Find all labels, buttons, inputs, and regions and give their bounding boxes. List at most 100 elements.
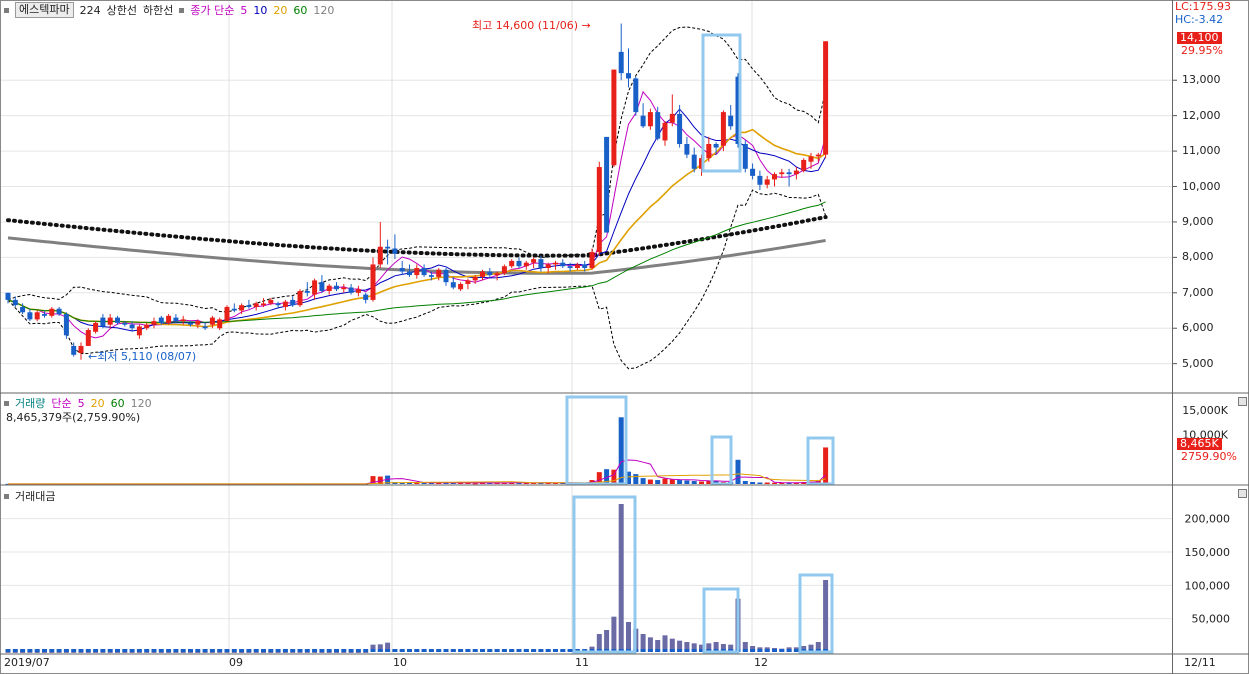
amount-bar xyxy=(253,651,259,653)
candle-body xyxy=(655,112,661,139)
stock-name[interactable]: 에스텍파마 xyxy=(15,2,74,18)
amount-bar xyxy=(144,651,150,653)
amount-bar-base xyxy=(421,649,427,652)
candle-body xyxy=(611,69,617,166)
amount-tick-label: 150,000 xyxy=(1185,546,1231,559)
volume-menu-icon[interactable] xyxy=(4,400,9,406)
amount-bar xyxy=(312,651,318,653)
amount-bar xyxy=(297,651,303,653)
amount-bar-base xyxy=(71,649,77,652)
candle-body xyxy=(574,264,580,268)
amount-bar xyxy=(129,651,135,653)
amount-title: 거래대금 xyxy=(15,490,56,503)
amount-menu-icon[interactable] xyxy=(4,493,9,499)
amount-bar-base xyxy=(669,649,675,652)
ma-60-label: 60 xyxy=(293,3,308,17)
amount-bar-base xyxy=(691,649,697,652)
candle-body xyxy=(282,301,288,307)
amount-bar xyxy=(122,651,128,653)
candle-body xyxy=(750,168,756,176)
amount-bar-base xyxy=(750,649,756,652)
candle-body xyxy=(195,321,201,325)
amount-bar xyxy=(20,651,26,653)
amount-bar-base xyxy=(640,649,646,652)
right-arrow-icon: → xyxy=(581,19,591,32)
amount-bar xyxy=(268,651,274,653)
amount-bar xyxy=(217,651,223,653)
last-price-tag: 14,100 xyxy=(1177,32,1222,44)
amount-bar-base xyxy=(370,649,376,652)
candle-body xyxy=(626,73,631,79)
amount-bar-base xyxy=(516,649,522,652)
candle-body xyxy=(713,144,719,148)
amount-bar-base xyxy=(414,649,420,652)
amount-bar-base xyxy=(757,649,763,652)
candle-body xyxy=(180,319,186,322)
amount-bar xyxy=(202,651,208,653)
amount-bar-base xyxy=(290,649,296,652)
amount-tick-label: 50,000 xyxy=(1192,613,1231,626)
amount-bar-base xyxy=(27,649,33,652)
amount-bar xyxy=(341,651,347,653)
amount-collapse-button[interactable] xyxy=(1238,489,1247,498)
candle-body xyxy=(166,315,172,323)
vol-ma-20-label: 20 xyxy=(90,396,105,410)
amount-bar-base xyxy=(158,649,164,652)
amount-bar xyxy=(261,651,266,653)
amount-bar-base xyxy=(151,649,157,652)
candle-body xyxy=(392,248,398,254)
amount-bar xyxy=(158,651,164,653)
ma-menu-icon[interactable] xyxy=(179,7,185,13)
vol-ma-5-label: 5 xyxy=(77,396,85,410)
candle-body xyxy=(144,324,150,329)
price-tick-label: 12,000 xyxy=(1182,108,1221,122)
amount-bar xyxy=(166,651,172,653)
candle-body xyxy=(465,280,471,284)
bollinger-lower xyxy=(7,189,827,370)
candle-body xyxy=(20,306,26,313)
candle-body xyxy=(290,299,296,306)
amount-bar xyxy=(85,651,91,653)
amount-bar-base xyxy=(684,649,690,652)
candle-body xyxy=(224,306,230,322)
candle-body xyxy=(589,252,595,268)
amount-bar xyxy=(173,651,179,653)
amount-bar-base xyxy=(538,649,544,652)
amount-bar-base xyxy=(268,649,274,652)
amount-bar-base xyxy=(231,649,237,652)
candle-body xyxy=(27,312,33,320)
volume-highlight-box xyxy=(710,435,733,486)
volume-tick-label: 15,000K xyxy=(1182,404,1228,417)
hc-label: HC:-3.42 xyxy=(1175,13,1224,26)
candle-body xyxy=(428,275,434,277)
panel-menu-icon[interactable] xyxy=(4,7,9,13)
candle-body xyxy=(509,260,515,267)
amount-bar xyxy=(231,651,237,653)
volume-bar xyxy=(633,474,639,484)
candle-body xyxy=(684,144,690,155)
upper-limit-label: 상한선 xyxy=(106,4,137,17)
candle-body xyxy=(202,326,208,329)
x-label-12: 12 xyxy=(754,656,768,669)
price-tick-label: 8,000 xyxy=(1182,250,1214,264)
price-panel[interactable] xyxy=(5,23,829,370)
lc-label: LC:175.93 xyxy=(1175,0,1232,13)
amount-bar xyxy=(34,651,40,653)
volume-highlight-box xyxy=(806,436,835,486)
amount-bar-base xyxy=(224,649,230,652)
volume-panel[interactable] xyxy=(5,417,829,485)
candle-body xyxy=(136,326,142,336)
candle-body xyxy=(414,268,420,276)
volume-bar xyxy=(750,482,756,484)
candle-body xyxy=(5,292,11,300)
amount-bar xyxy=(604,630,610,652)
candle-body xyxy=(487,271,493,276)
amount-bar xyxy=(326,651,332,653)
candle-body xyxy=(823,41,829,155)
volume-collapse-button[interactable] xyxy=(1238,397,1247,406)
candle-body xyxy=(742,144,748,169)
candle-body xyxy=(421,268,427,276)
candle-body xyxy=(217,319,223,329)
price-tick-label: 10,000 xyxy=(1182,179,1221,193)
candle-body xyxy=(115,317,120,323)
